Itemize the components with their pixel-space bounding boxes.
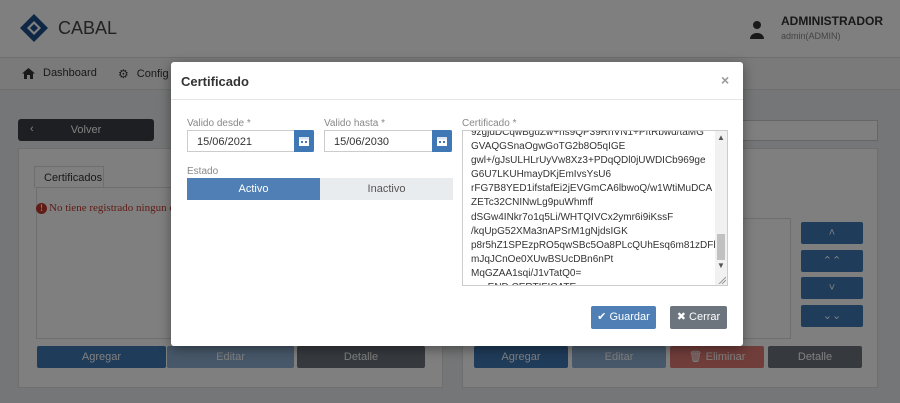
calendar-icon[interactable] [294,130,314,152]
valido-desde-field[interactable]: 15/06/2021 [187,130,314,152]
valido-hasta-field[interactable]: 15/06/2030 [324,130,452,152]
certificado-textarea[interactable]: 9zgjdDCqwBguZw+hs9QP39RhVN1+PftRbwd/taMG… [462,130,728,286]
check-icon: ✔ [597,311,607,323]
calendar-icon[interactable] [432,130,452,152]
guardar-label: Guardar [609,311,650,323]
guardar-button[interactable]: ✔ Guardar [591,306,656,329]
cerrar-label: Cerrar [689,311,721,323]
estado-label: Estado [187,166,219,177]
valido-hasta-value: 15/06/2030 [334,136,390,148]
cerrar-button[interactable]: ✖ Cerrar [670,306,727,329]
valido-hasta-label: Valido hasta * [324,118,385,129]
valido-desde-label: Valido desde * [187,118,251,129]
resize-handle-icon[interactable] [718,276,726,284]
certificado-label: Certificado * [462,118,517,129]
x-icon: ✖ [676,311,686,323]
modal-title: Certificado [181,74,249,89]
valido-desde-value: 15/06/2021 [197,136,253,148]
scroll-down-arrow-icon[interactable]: ▼ [716,261,726,271]
certificado-text: 9zgjdDCqwBguZw+hs9QP39RhVN1+PftRbwd/taMG… [471,130,716,285]
close-icon[interactable]: × [721,72,729,88]
estado-inactivo-toggle[interactable]: Inactivo [320,178,453,200]
estado-activo-toggle[interactable]: Activo [187,178,320,200]
certificado-modal: Certificado × Valido desde * 15/06/2021 … [171,62,743,346]
scroll-thumb[interactable] [717,234,725,260]
modal-header: Certificado × [171,62,743,100]
scroll-up-arrow-icon[interactable]: ▲ [716,133,726,143]
textarea-scrollbar[interactable]: ▲ ▼ [715,131,727,285]
